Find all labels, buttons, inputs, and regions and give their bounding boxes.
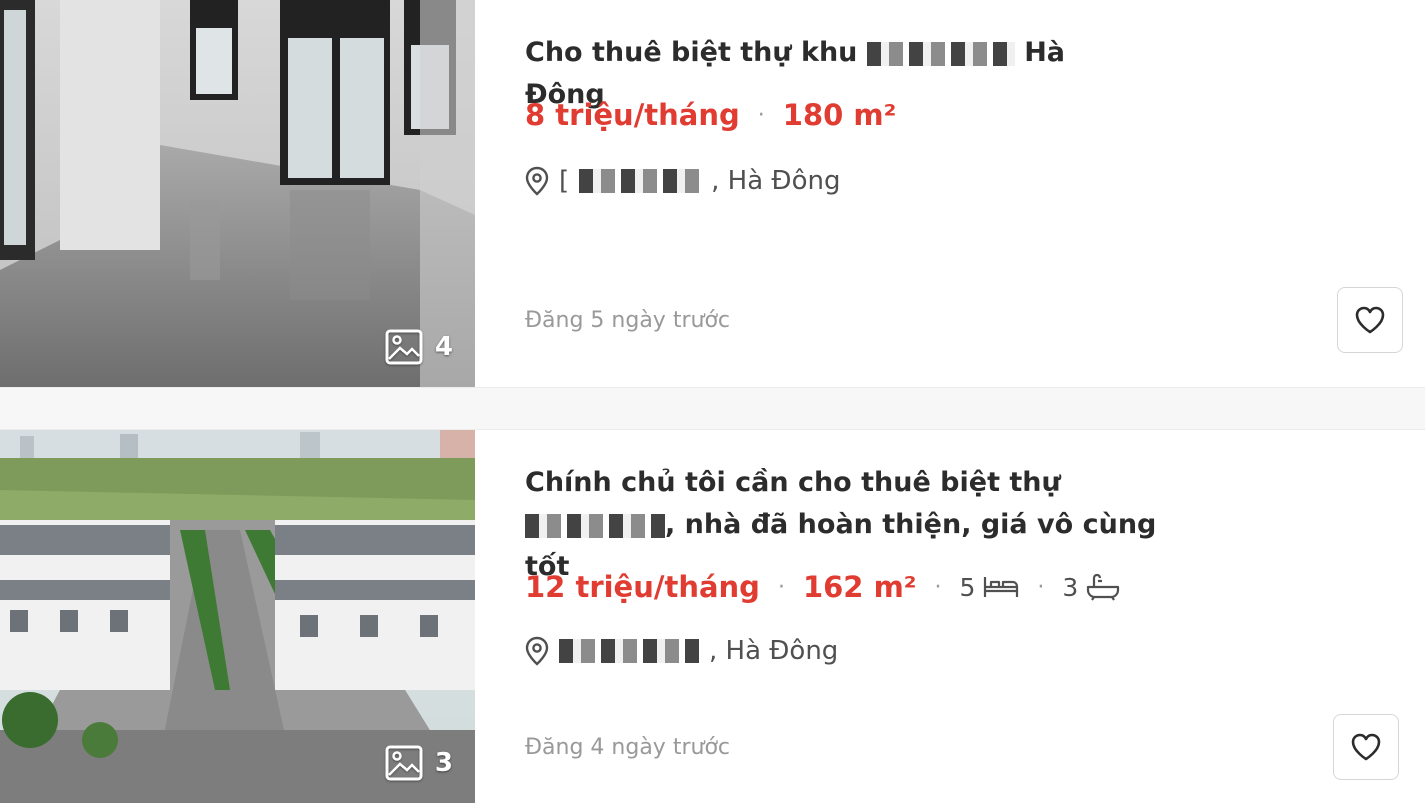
image-gallery-icon [385, 745, 423, 781]
photo-count-badge: 3 [385, 745, 453, 781]
posted-date: Đăng 4 ngày trước [525, 735, 730, 760]
listing-card[interactable]: 3 Chính chủ tôi cần cho thuê biệt thự , … [0, 430, 1425, 803]
listing-location: , Hà Đông [525, 636, 838, 666]
listing-meta: 8 triệu/tháng · 180 m² [525, 98, 896, 132]
heart-icon [1355, 306, 1385, 334]
bed-icon [984, 577, 1019, 597]
listing-info: Cho thuê biệt thự khu Hà Đông 8 triệu/th… [525, 0, 1425, 387]
bedroom-count: 5 [960, 573, 1020, 602]
meta-separator: · [1037, 574, 1045, 600]
listing-location: [ , Hà Đông [525, 166, 840, 196]
photo-count-number: 4 [434, 332, 453, 362]
location-pin-icon [525, 166, 549, 196]
listing-divider [0, 387, 1425, 430]
save-favorite-button[interactable] [1333, 714, 1399, 780]
listing-price: 8 triệu/tháng [525, 98, 740, 132]
listing-card[interactable]: 4 Cho thuê biệt thự khu Hà Đông 8 triệu/… [0, 0, 1425, 387]
redacted-text [559, 639, 699, 663]
location-text-end: , Hà Đông [711, 166, 841, 196]
listing-price: 12 triệu/tháng [525, 570, 760, 604]
photo-count-badge: 4 [385, 329, 453, 365]
location-pin-icon [525, 636, 549, 666]
posted-date: Đăng 5 ngày trước [525, 308, 730, 333]
title-text-start: Chính chủ tôi cần cho thuê biệt thự [525, 467, 1061, 498]
bathroom-count: 3 [1062, 573, 1120, 602]
title-text-start: Cho thuê biệt thự khu [525, 37, 867, 68]
location-text-end: , Hà Đông [709, 636, 839, 666]
meta-separator: · [934, 574, 942, 600]
location-text-start: [ [559, 166, 570, 196]
image-gallery-icon [385, 329, 423, 365]
listing-area: 180 m² [782, 98, 897, 132]
bathtub-icon [1087, 573, 1120, 601]
redacted-text [525, 513, 665, 538]
listing-thumbnail[interactable]: 3 [0, 430, 475, 803]
photo-count-number: 3 [434, 748, 453, 778]
meta-separator: · [777, 574, 785, 600]
listing-info: Chính chủ tôi cần cho thuê biệt thự , nh… [525, 430, 1425, 803]
redacted-text [579, 169, 702, 193]
listing-thumbnail[interactable]: 4 [0, 0, 475, 387]
heart-icon [1351, 733, 1381, 761]
save-favorite-button[interactable] [1337, 287, 1403, 353]
bathroom-number: 3 [1062, 572, 1079, 602]
meta-separator: · [757, 102, 765, 128]
bedroom-number: 5 [959, 572, 976, 602]
redacted-text [866, 41, 1015, 66]
listing-area: 162 m² [802, 570, 917, 604]
listing-meta: 12 triệu/tháng · 162 m² · 5 · 3 [525, 570, 1120, 604]
